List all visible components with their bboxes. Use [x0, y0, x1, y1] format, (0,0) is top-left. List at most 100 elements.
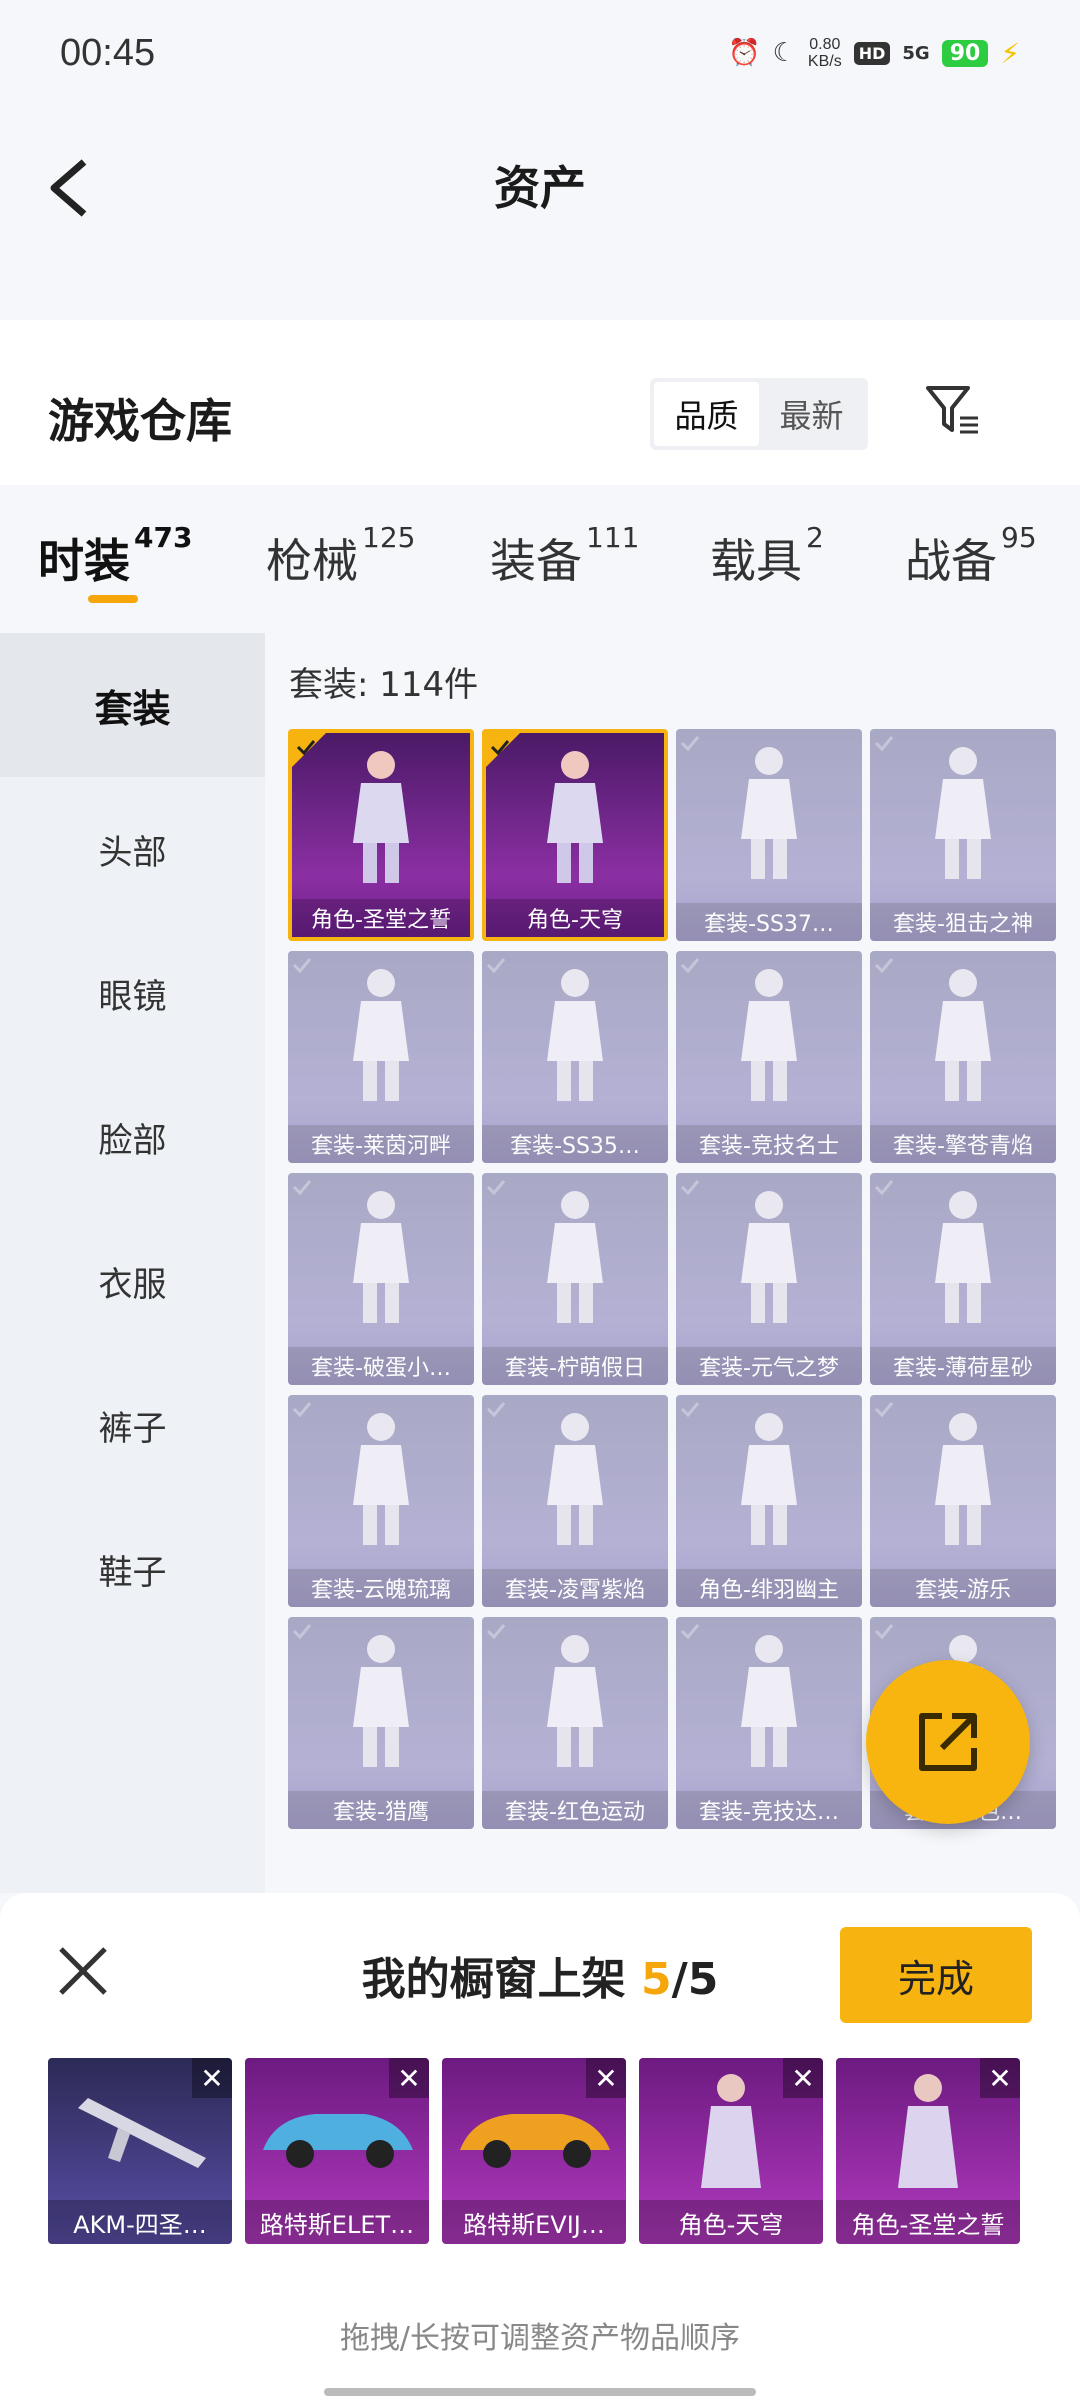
showcase-item[interactable]: ✕ 角色-天穹 [639, 2058, 823, 2244]
outfit-card[interactable]: 套装-SS37… [676, 729, 862, 941]
tab-count: 125 [362, 521, 416, 554]
tab-supplies[interactable]: 战备 95 [905, 521, 1037, 591]
outfit-card-label: 套装-SS37… [676, 903, 862, 941]
showcase-item-label: 角色-圣堂之誓 [836, 2200, 1020, 2244]
page-title: 资产 [494, 161, 586, 215]
sort-newest-option[interactable]: 最新 [759, 382, 864, 446]
done-button[interactable]: 完成 [840, 1927, 1032, 2023]
outfit-card-label: 角色-圣堂之誓 [292, 899, 470, 937]
outfit-card[interactable]: 套装-SS35… [482, 951, 668, 1163]
outfit-figure-icon [353, 1413, 409, 1545]
showcase-sheet: 我的橱窗上架 5/5 完成 ✕ AKM-四圣… ✕ 路特斯ELET… ✕ 路特斯EVIJ…… [0, 1893, 1080, 2400]
outfit-card[interactable]: 套装-游乐 [870, 1395, 1056, 1607]
showcase-item[interactable]: ✕ 路特斯ELET… [245, 2058, 429, 2244]
item-count: 套装: 114件 [289, 665, 479, 705]
outfit-card-label: 套装-红色运动 [482, 1791, 668, 1829]
outfit-card-label: 套装-猎鹰 [288, 1791, 474, 1829]
outfit-card[interactable]: 套装-狙击之神 [870, 729, 1056, 941]
filter-button[interactable] [922, 380, 982, 440]
remove-item-button[interactable]: ✕ [980, 2058, 1020, 2098]
tab-count: 95 [1001, 521, 1037, 554]
tab-vehicles[interactable]: 载具 2 [710, 521, 824, 591]
outfit-figure-icon [353, 969, 409, 1101]
outfit-card-label: 套装-薄荷星砂 [870, 1347, 1056, 1385]
outfit-card[interactable]: 套装-竞技达… [676, 1617, 862, 1829]
outfit-figure-icon [547, 1635, 603, 1767]
showcase-item[interactable]: ✕ 角色-圣堂之誓 [836, 2058, 1020, 2244]
sort-quality-option[interactable]: 品质 [654, 382, 759, 446]
share-button[interactable] [866, 1660, 1030, 1824]
outfit-card[interactable]: 套装-柠萌假日 [482, 1173, 668, 1385]
outfit-card[interactable]: 角色-圣堂之誓 [288, 729, 474, 941]
tab-label: 战备 [905, 534, 997, 588]
top-bar: 资产 [0, 110, 1080, 310]
remove-item-button[interactable]: ✕ [586, 2058, 626, 2098]
showcase-title-text: 我的橱窗上架 [361, 1954, 641, 2005]
outfit-figure-icon [547, 1413, 603, 1545]
sidebar-item-head[interactable]: 头部 [0, 777, 265, 921]
outfit-card-label: 套装-凌霄紫焰 [482, 1569, 668, 1607]
subcategory-sidebar: 套装 头部 眼镜 脸部 衣服 裤子 鞋子 [0, 633, 265, 1893]
outfit-card-label: 套装-SS35… [482, 1125, 668, 1163]
battery-icon: 90 [941, 39, 989, 67]
outfit-figure-icon [353, 1191, 409, 1323]
sidebar-item-outfit[interactable]: 套装 [0, 633, 265, 777]
sort-toggle: 品质 最新 [650, 378, 868, 450]
outfit-card-label: 角色-天穹 [486, 899, 664, 937]
showcase-total-count: /5 [671, 1954, 719, 2005]
showcase-item[interactable]: ✕ AKM-四圣… [48, 2058, 232, 2244]
outfit-figure-icon [741, 1191, 797, 1323]
outfit-card-label: 套装-狙击之神 [870, 903, 1056, 941]
sidebar-item-glasses[interactable]: 眼镜 [0, 921, 265, 1065]
showcase-item[interactable]: ✕ 路特斯EVIJ… [442, 2058, 626, 2244]
outfit-card[interactable]: 角色-天穹 [482, 729, 668, 941]
home-indicator[interactable] [324, 2388, 756, 2396]
sidebar-item-face[interactable]: 脸部 [0, 1065, 265, 1209]
tab-label: 枪械 [266, 534, 358, 588]
status-icons: ⏰ ☾ 0.80 KB/s HD 5G 90 ⚡ [728, 36, 1020, 70]
outfit-card-label: 套装-元气之梦 [676, 1347, 862, 1385]
remove-item-button[interactable]: ✕ [389, 2058, 429, 2098]
category-tabs: 时装 473 枪械 125 装备 111 载具 2 战备 95 [0, 485, 1080, 633]
reorder-hint: 拖拽/长按可调整资产物品顺序 [339, 2321, 741, 2356]
outfit-card[interactable]: 套装-凌霄紫焰 [482, 1395, 668, 1607]
sidebar-item-pants[interactable]: 裤子 [0, 1353, 265, 1497]
tab-guns[interactable]: 枪械 125 [266, 521, 415, 591]
outfit-card[interactable]: 套装-元气之梦 [676, 1173, 862, 1385]
outfit-card[interactable]: 套装-莱茵河畔 [288, 951, 474, 1163]
outfit-card[interactable]: 套装-擎苍青焰 [870, 951, 1056, 1163]
outfit-card-label: 套装-破蛋小… [288, 1347, 474, 1385]
showcase-items: ✕ AKM-四圣… ✕ 路特斯ELET… ✕ 路特斯EVIJ… ✕ 角色-天穹 ✕ 角色-圣堂之誓 [48, 2058, 1048, 2244]
alarm-icon: ⏰ [728, 38, 761, 68]
status-bar: 00:45 ⏰ ☾ 0.80 KB/s HD 5G 90 ⚡ [0, 0, 1080, 110]
remove-item-button[interactable]: ✕ [192, 2058, 232, 2098]
hd-icon: HD [853, 41, 891, 65]
tab-equipment[interactable]: 装备 111 [490, 521, 639, 591]
tab-label: 时装 [38, 534, 130, 588]
tab-count: 2 [806, 521, 824, 554]
tab-fashion[interactable]: 时装 473 [38, 521, 192, 591]
outfit-card[interactable]: 角色-绯羽幽主 [676, 1395, 862, 1607]
net-speed-unit: KB/s [807, 53, 842, 70]
net-speed-value: 0.80 [809, 36, 841, 53]
outfit-card-label: 套装-擎苍青焰 [870, 1125, 1056, 1163]
outfit-card[interactable]: 套装-破蛋小… [288, 1173, 474, 1385]
sidebar-item-shoes[interactable]: 鞋子 [0, 1497, 265, 1641]
outfit-card[interactable]: 套装-云魄琉璃 [288, 1395, 474, 1607]
outfit-card[interactable]: 套装-薄荷星砂 [870, 1173, 1056, 1385]
remove-item-button[interactable]: ✕ [783, 2058, 823, 2098]
showcase-current-count: 5 [641, 1954, 672, 2005]
outfit-figure-icon [741, 747, 797, 879]
outfit-card[interactable]: 套装-猎鹰 [288, 1617, 474, 1829]
outfit-card[interactable]: 套装-竞技名士 [676, 951, 862, 1163]
sidebar-item-clothes[interactable]: 衣服 [0, 1209, 265, 1353]
outfit-figure-icon [935, 747, 991, 879]
warehouse-title: 游戏仓库 [48, 394, 232, 448]
showcase-item-label: AKM-四圣… [48, 2200, 232, 2244]
outfit-card[interactable]: 套装-红色运动 [482, 1617, 668, 1829]
outfit-figure-icon [547, 969, 603, 1101]
moon-icon: ☾ [772, 38, 796, 68]
outfit-card-label: 套装-柠萌假日 [482, 1347, 668, 1385]
net-speed: 0.80 KB/s [808, 36, 842, 70]
outfit-figure-icon [935, 969, 991, 1101]
